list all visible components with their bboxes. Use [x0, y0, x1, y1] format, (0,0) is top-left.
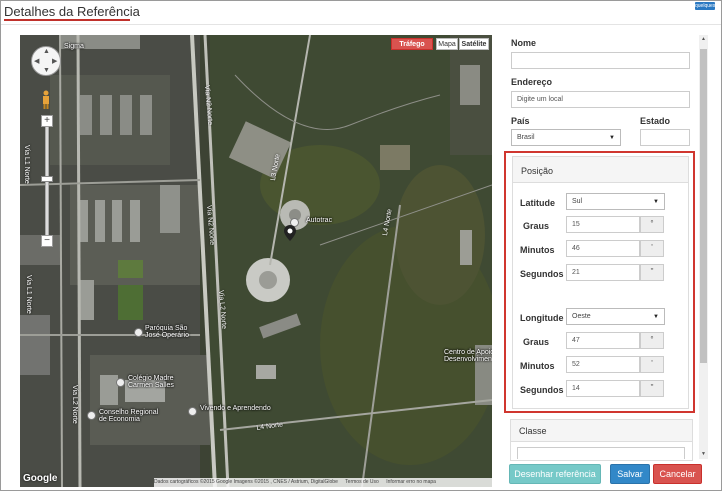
- title-underline: [4, 19, 130, 21]
- longitude-seconds-label: Segundos: [520, 385, 564, 395]
- save-button[interactable]: Salvar: [610, 464, 650, 484]
- name-label: Nome: [511, 38, 537, 48]
- map-label-sigma: Sigma: [64, 43, 84, 50]
- google-logo: Google: [23, 473, 58, 484]
- draw-reference-button[interactable]: Desenhar referência: [509, 464, 601, 484]
- title-bar: Detalhes da Referência quelques: [1, 1, 721, 25]
- address-input[interactable]: Digite um local: [511, 91, 690, 108]
- classe-title: Classe: [519, 426, 547, 436]
- location-pin-icon[interactable]: [284, 225, 296, 241]
- pan-control[interactable]: ▲ ▼ ◀ ▶: [31, 46, 61, 76]
- minutes-unit: ': [640, 356, 664, 373]
- chevron-down-icon: ▼: [609, 135, 615, 141]
- pegman-icon[interactable]: [41, 90, 51, 110]
- latitude-seconds-input[interactable]: 21: [566, 264, 640, 281]
- latitude-direction-select[interactable]: Sul ▼: [566, 193, 665, 210]
- school-icon[interactable]: [188, 407, 197, 416]
- office-icon[interactable]: [87, 411, 96, 420]
- pan-left-icon[interactable]: ◀: [34, 57, 39, 65]
- satellite-type-button[interactable]: Satélite: [459, 38, 489, 50]
- seconds-unit: '': [640, 264, 664, 281]
- classe-panel-header: Classe: [511, 420, 692, 442]
- map-attribution: Dados cartográficos ©2015 Google Imagens…: [154, 478, 492, 487]
- scroll-up-icon[interactable]: ▲: [699, 35, 708, 44]
- satellite-map[interactable]: Tráfego Mapa Satélite ▲ ▼ ◀ ▶ + − Sigma …: [20, 35, 492, 487]
- report-error-link[interactable]: Informar erro no mapa: [386, 479, 436, 485]
- longitude-label: Longitude: [520, 313, 564, 323]
- map-label-vivendo: Vivendo e Aprendendo: [200, 405, 271, 412]
- map-label-centro: Centro de Apoio Desenvolvimen: [444, 349, 492, 363]
- latitude-direction-value: Sul: [572, 198, 583, 205]
- zoom-slider-thumb[interactable]: [41, 176, 53, 182]
- map-label-autotrac: Autotrac: [306, 217, 333, 224]
- latitude-degrees-label: Graus: [523, 221, 550, 231]
- position-panel-header: Posição: [513, 157, 688, 183]
- pan-down-icon[interactable]: ▼: [43, 67, 50, 74]
- church-icon[interactable]: [134, 328, 143, 337]
- longitude-degrees-label: Graus: [523, 337, 550, 347]
- cancel-button[interactable]: Cancelar: [653, 464, 702, 484]
- longitude-direction-value: Oeste: [572, 313, 591, 320]
- latitude-label: Latitude: [520, 198, 555, 208]
- position-panel: Posição Latitude Sul ▼ Graus 15 ° Minuto…: [512, 156, 689, 409]
- state-label: Estado: [640, 116, 671, 126]
- school-icon[interactable]: [116, 378, 125, 387]
- longitude-minutes-input[interactable]: 52: [566, 356, 640, 373]
- latitude-minutes-input[interactable]: 46: [566, 240, 640, 257]
- address-label: Endereço: [511, 77, 553, 87]
- scroll-thumb[interactable]: [700, 49, 707, 363]
- form-scrollbar[interactable]: ▲ ▼: [699, 35, 708, 459]
- pan-right-icon[interactable]: ▶: [52, 57, 57, 65]
- position-title: Posição: [521, 166, 554, 176]
- attribution-data: Dados cartográficos ©2015 Google Imagens…: [154, 479, 338, 485]
- scroll-down-icon[interactable]: ▼: [699, 450, 708, 459]
- map-label-colegio: Colégio Madre Carmen Salles: [128, 375, 174, 389]
- minutes-unit: ': [640, 240, 664, 257]
- position-panel-highlight: Posição Latitude Sul ▼ Graus 15 ° Minuto…: [504, 151, 695, 413]
- traffic-button[interactable]: Tráfego: [391, 38, 433, 50]
- road-label-l2-bottom: Via L2 Norte: [71, 385, 78, 424]
- pan-up-icon[interactable]: ▲: [43, 48, 50, 55]
- terms-link[interactable]: Termos de Uso: [345, 479, 379, 485]
- longitude-degrees-input[interactable]: 47: [566, 332, 640, 349]
- map-label-paroquia: Paróquia São José Operário: [145, 325, 189, 339]
- longitude-seconds-input[interactable]: 14: [566, 380, 640, 397]
- map-label-conselho: Conselho Regional de Economia: [99, 409, 159, 423]
- corner-badge[interactable]: quelques: [695, 2, 715, 10]
- chevron-down-icon: ▼: [653, 199, 659, 205]
- dialog-title: Detalhes da Referência: [4, 4, 140, 19]
- road-label-l1-bottom: Via L1 Norte: [25, 275, 32, 314]
- map-type-button[interactable]: Mapa: [436, 38, 458, 50]
- seconds-unit: '': [640, 380, 664, 397]
- latitude-minutes-label: Minutos: [520, 245, 555, 255]
- degrees-unit: °: [640, 332, 664, 349]
- latitude-degrees-input[interactable]: 15: [566, 216, 640, 233]
- degrees-unit: °: [640, 216, 664, 233]
- longitude-minutes-label: Minutos: [520, 361, 555, 371]
- name-input[interactable]: [511, 52, 690, 69]
- state-input[interactable]: [640, 129, 690, 146]
- country-select[interactable]: Brasil ▼: [511, 129, 621, 146]
- road-label-l1-top: Via L1 Norte: [23, 145, 30, 184]
- chevron-down-icon: ▼: [653, 314, 659, 320]
- country-value: Brasil: [517, 134, 535, 141]
- classe-select[interactable]: [517, 447, 685, 459]
- zoom-out-button[interactable]: −: [41, 235, 53, 247]
- latitude-seconds-label: Segundos: [520, 269, 564, 279]
- dialog-window: Detalhes da Referência quelques Tráfego …: [0, 0, 722, 491]
- longitude-direction-select[interactable]: Oeste ▼: [566, 308, 665, 325]
- country-label: País: [511, 116, 530, 126]
- classe-panel: Classe: [510, 419, 693, 461]
- zoom-in-button[interactable]: +: [41, 115, 53, 127]
